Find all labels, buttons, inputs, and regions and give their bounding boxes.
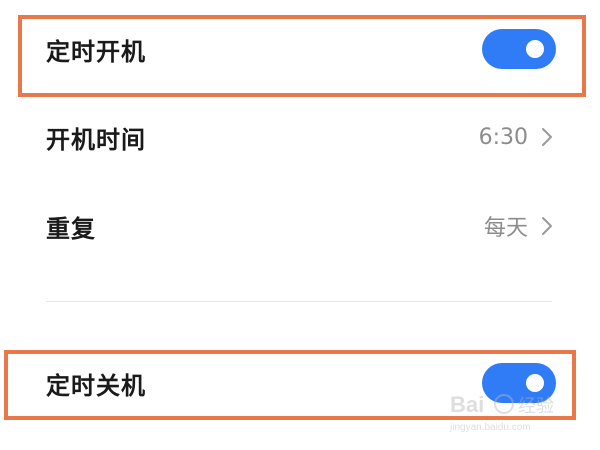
svg-text:经验: 经验 <box>518 396 554 417</box>
chevron-right-icon <box>542 217 552 235</box>
power-on-time-value: 6:30 <box>478 124 528 150</box>
baidu-jingyan-watermark: Bai 经验 jingyan.baidu.com <box>449 392 554 433</box>
svg-text:Bai: Bai <box>450 392 484 417</box>
power-on-time-row[interactable]: 开机时间 6:30 <box>0 107 600 167</box>
repeat-row[interactable]: 重复 每天 <box>0 196 600 256</box>
repeat-value: 每天 <box>483 216 528 241</box>
svg-text:jingyan.baidu.com: jingyan.baidu.com <box>449 422 531 433</box>
chevron-right-icon <box>542 128 552 146</box>
highlight-box-power-on <box>18 15 586 97</box>
settings-screen: 定时开机 开机时间 6:30 重复 每天 定时关机 Bai 经验 jingyan… <box>0 0 600 450</box>
power-on-time-label: 开机时间 <box>46 125 146 154</box>
repeat-label: 重复 <box>46 214 96 243</box>
section-divider <box>46 301 552 302</box>
